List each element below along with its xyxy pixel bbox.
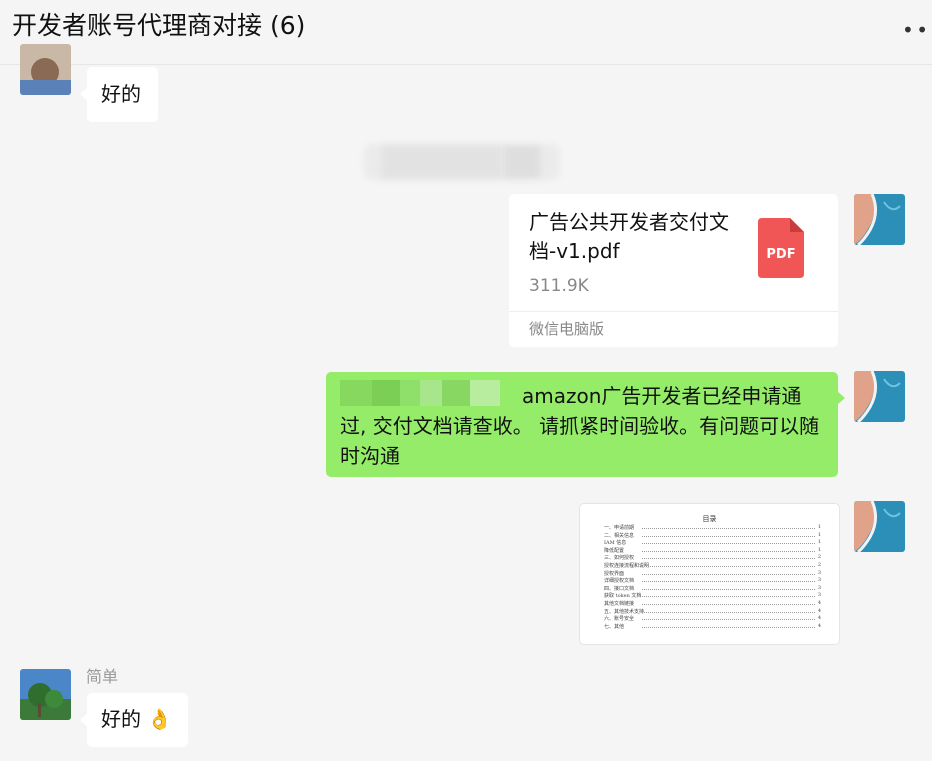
toc-entry-label: 其他文档链接 xyxy=(604,601,635,607)
file-source: 微信电脑版 xyxy=(529,320,605,338)
toc-entry-page: 4 xyxy=(817,615,821,622)
avatar[interactable] xyxy=(20,44,71,95)
toc-entry-page: 3 xyxy=(817,584,821,591)
avatar[interactable] xyxy=(20,669,71,720)
chat-title: 开发者账号代理商对接 (6) xyxy=(12,11,306,40)
toc-leader xyxy=(642,543,815,545)
toc-leader xyxy=(642,596,815,598)
toc-leader xyxy=(642,626,815,628)
toc-leader xyxy=(642,588,815,590)
toc-leader xyxy=(642,619,815,621)
toc-leader xyxy=(642,550,815,552)
toc-entry-page: 4 xyxy=(817,607,821,614)
toc-entry-page: 2 xyxy=(817,554,821,561)
toc-entry-page: 1 xyxy=(817,531,821,538)
message-text: 好的 xyxy=(101,82,141,106)
toc-entry-label: 四、接口文档 xyxy=(604,585,635,592)
toc-entry-label: 一、申请前期 xyxy=(604,525,635,531)
file-name: 广告公共开发者交付文档-v1.pdf xyxy=(529,210,729,263)
toc-entry-label: 二、相关信息 xyxy=(604,532,635,539)
toc-leader xyxy=(642,558,815,560)
toc-entry-label: 授权界面 xyxy=(604,570,625,577)
sender-name: 简单 xyxy=(86,667,119,686)
toc-leader xyxy=(642,581,815,583)
toc-heading: 目录 xyxy=(702,515,717,523)
chat-header: 开发者账号代理商对接 (6) • • xyxy=(0,0,932,65)
pdf-file-icon: PDF xyxy=(758,218,804,278)
toc-entry-page: 1 xyxy=(817,546,821,553)
toc-entry-label: 七、其他 xyxy=(604,623,625,630)
document-preview-card[interactable]: 目录 一、申请前期 1 二、相关信息 1 IAM 信息 1 降低配置 1 三、如何授权 2 授权连接… xyxy=(579,503,840,645)
toc-entry-label: 六、账号安全 xyxy=(604,616,635,623)
toc-entry-page: 3 xyxy=(817,569,821,576)
toc-entry-label: 三、如何授权 xyxy=(604,555,635,562)
toc-leader xyxy=(642,566,815,567)
toc-leader xyxy=(642,535,815,537)
toc-entry-page: 4 xyxy=(817,622,821,629)
toc-entry-page: 4 xyxy=(817,600,821,606)
message-bubble[interactable]: 好的 xyxy=(80,67,158,122)
toc-entry-page: 3 xyxy=(817,577,821,584)
self-avatar[interactable] xyxy=(854,501,905,552)
toc-entry-page: 1 xyxy=(817,539,821,546)
divider xyxy=(509,311,838,312)
toc-entry: 七、其他 4 xyxy=(604,623,821,631)
toc-entry-page: 1 xyxy=(817,524,821,530)
file-size: 311.9K xyxy=(529,276,589,296)
pdf-icon-label: PDF xyxy=(766,247,796,262)
toc-leader xyxy=(642,604,815,605)
self-avatar[interactable] xyxy=(854,371,905,422)
toc-entry-label: 降低配置 xyxy=(604,547,625,554)
toc-entry-label: 获取 token 文档 xyxy=(604,593,642,600)
toc-entry-label: 五、其他技术支持 xyxy=(604,608,645,615)
redacted-system-notice xyxy=(364,144,560,180)
message-bubble[interactable]: amazon广告开发者已经申请通过, 交付文档请查收。 请抓紧时间验收。有问题可… xyxy=(326,372,845,477)
more-dots-icon[interactable]: • • xyxy=(902,18,928,42)
message-text: amazon广告开发者已经申请通过, 交付文档请查收。 请抓紧时间验收。有问题可… xyxy=(340,384,820,468)
message-text: 好的 👌 xyxy=(101,707,173,731)
toc-entry-page: 3 xyxy=(817,592,821,599)
message-bubble[interactable]: 好的 👌 xyxy=(80,693,188,747)
toc-leader xyxy=(642,611,815,613)
toc-entry-label: IAM 信息 xyxy=(604,540,627,547)
self-avatar[interactable] xyxy=(854,194,905,245)
toc-entry-label: 详细授权文档 xyxy=(604,578,635,585)
file-message-card[interactable]: 广告公共开发者交付文档-v1.pdf 311.9K 微信电脑版 PDF xyxy=(509,194,838,347)
toc-entry-page: 2 xyxy=(817,562,821,568)
toc-leader xyxy=(642,573,815,575)
toc-leader xyxy=(642,528,815,529)
